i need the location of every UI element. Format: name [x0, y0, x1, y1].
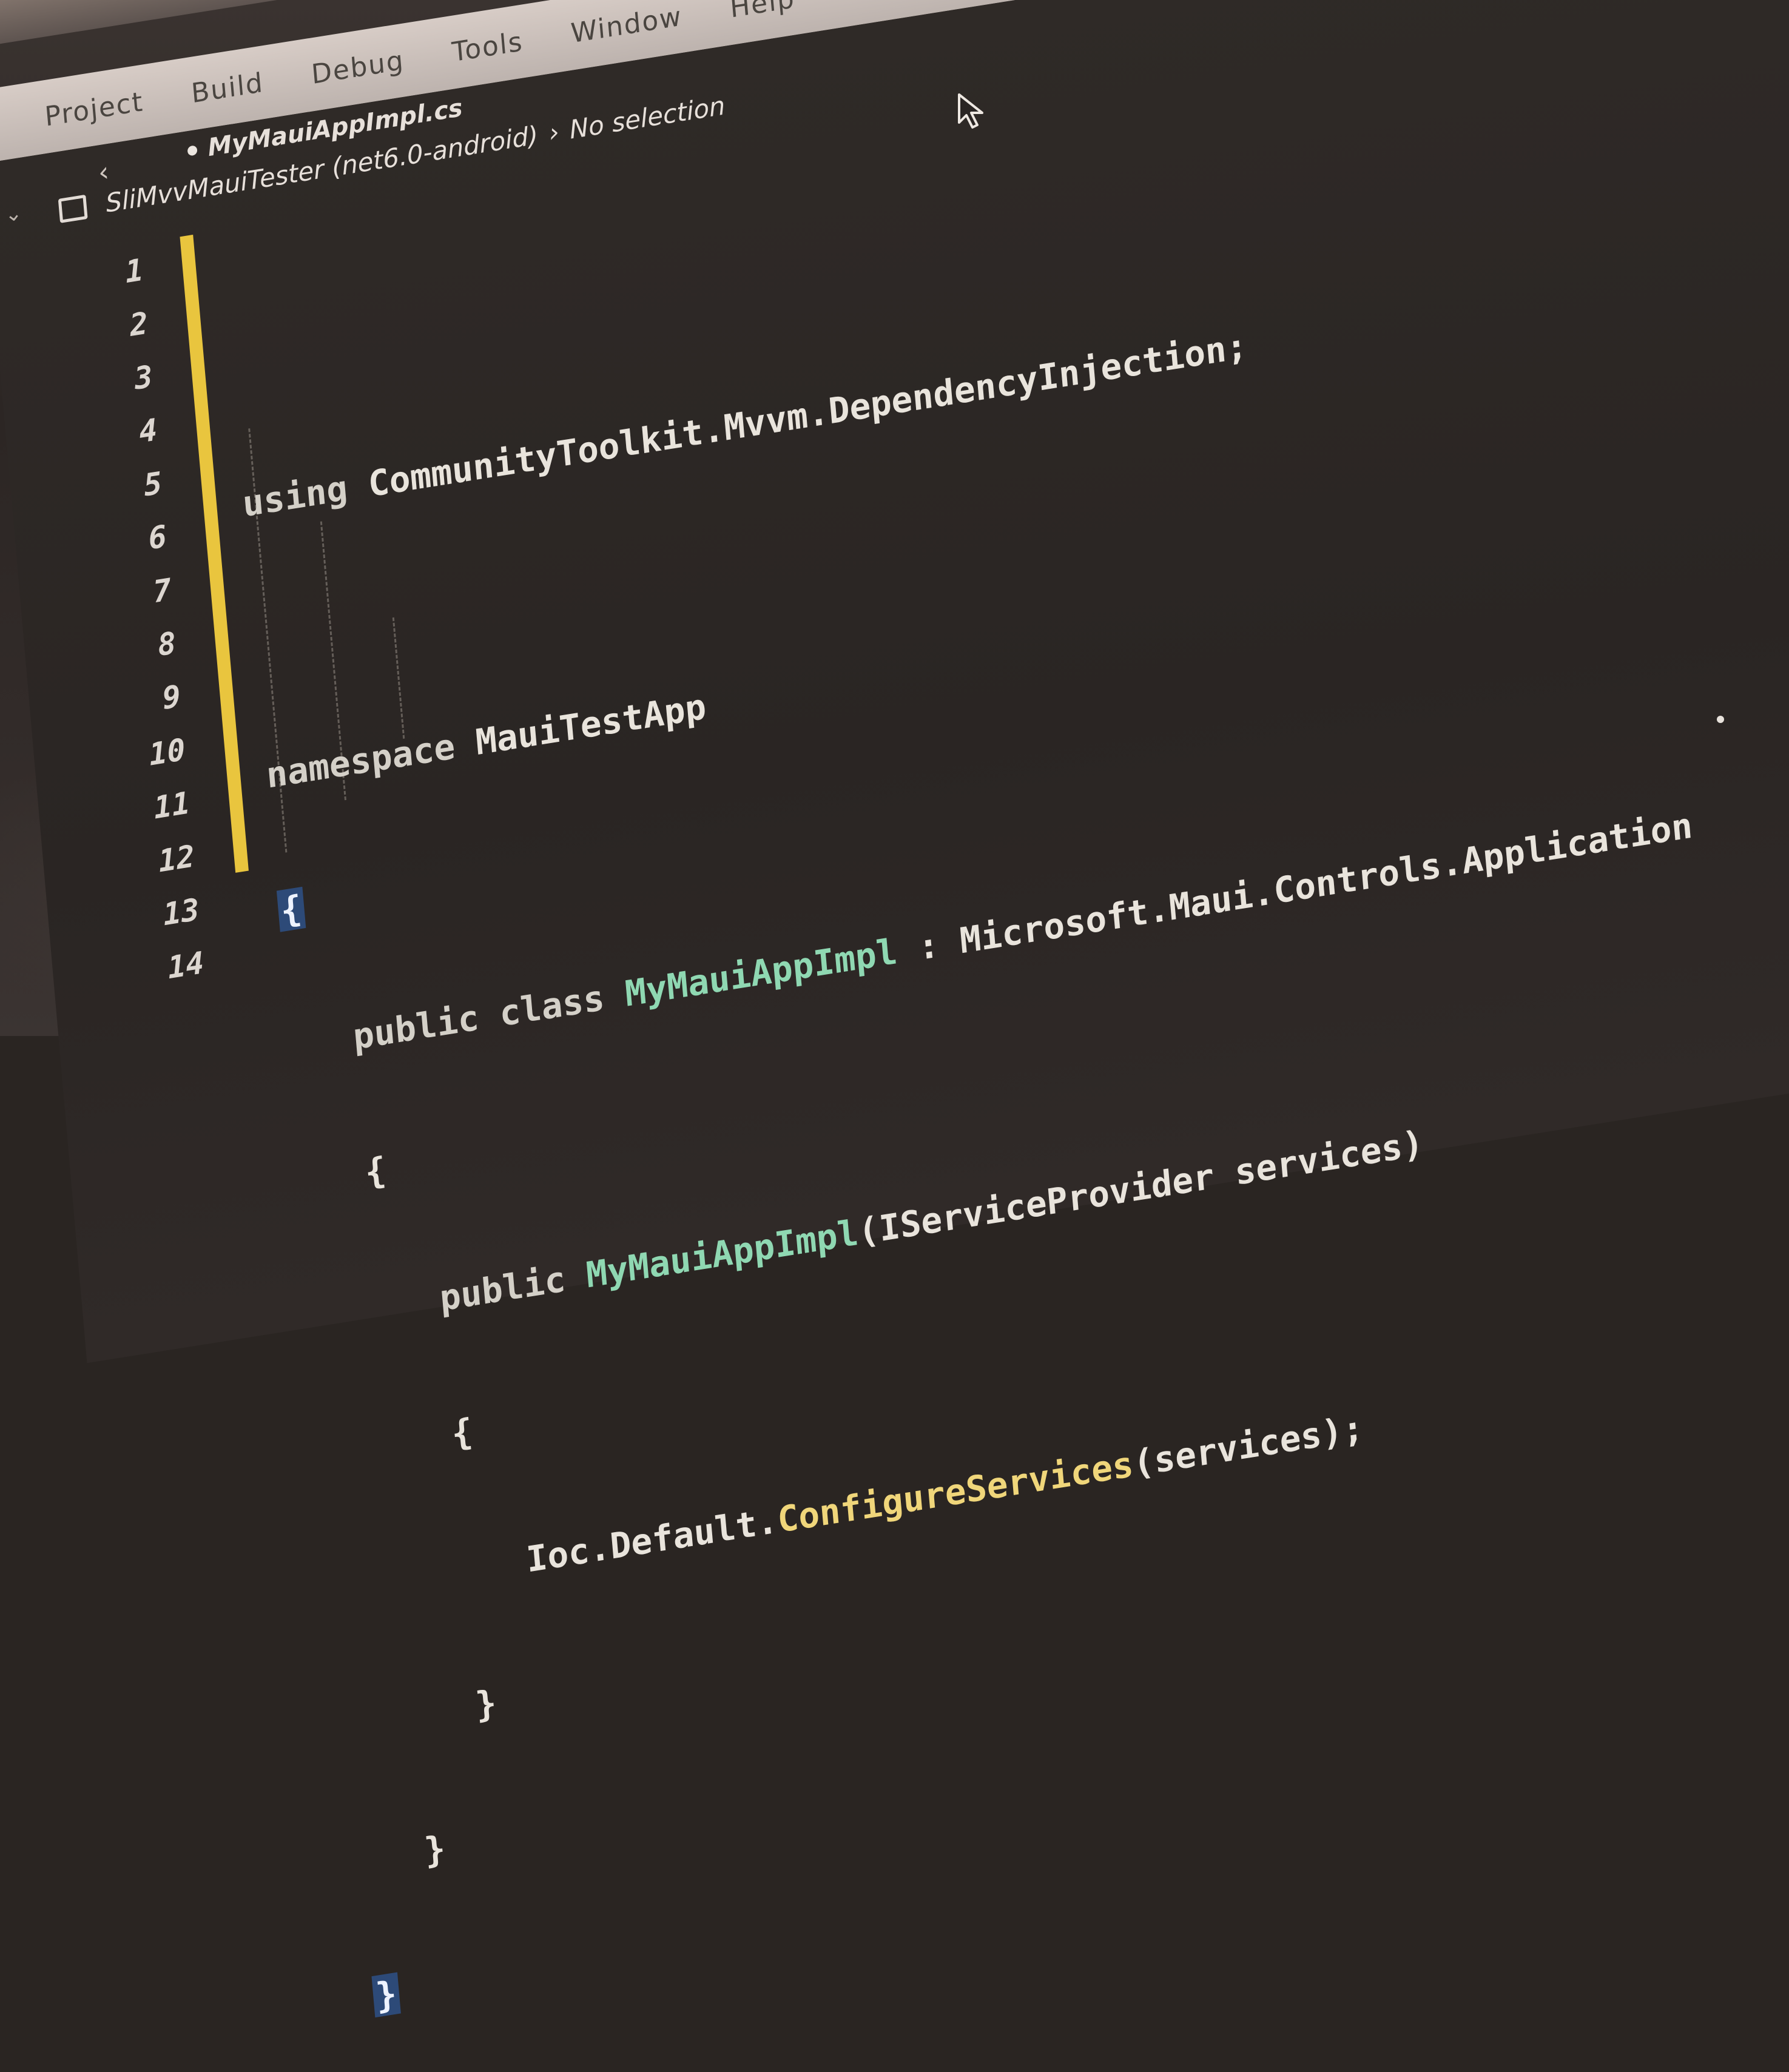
breadcrumb-selection[interactable]: No selection — [568, 90, 726, 144]
monitor-screen: Project Build Debug Tools Window Help ‹ … — [0, 0, 1789, 2018]
matched-brace: { — [276, 886, 306, 932]
breadcrumb-separator: › — [547, 116, 561, 149]
code-editor: ‹ ⌄ MyMauiAppImpl.cs SliMvvMauiTester (n… — [0, 0, 1789, 2018]
project-box-icon — [58, 194, 88, 223]
menu-item-debug[interactable]: Debug — [310, 44, 405, 90]
code-line: using CommunityToolkit.Mvvm.DependencyIn… — [241, 325, 1249, 525]
menu-item-help[interactable]: Help — [729, 0, 796, 24]
menu-item-project[interactable]: Project — [44, 86, 145, 133]
menu-item-build[interactable]: Build — [190, 67, 264, 109]
code-text[interactable]: using CommunityToolkit.Mvvm.DependencyIn… — [219, 0, 1789, 2072]
chevron-down-icon[interactable]: ⌄ — [4, 201, 23, 227]
screen-dust-speck — [1717, 716, 1724, 723]
matched-brace: } — [371, 1972, 401, 2018]
chevron-left-icon[interactable]: ‹ — [97, 156, 110, 189]
mouse-pointer-icon — [958, 93, 983, 129]
unsaved-dot-icon — [187, 145, 198, 156]
menu-item-window[interactable]: Window — [570, 1, 684, 49]
menu-item-tools[interactable]: Tools — [451, 25, 524, 67]
